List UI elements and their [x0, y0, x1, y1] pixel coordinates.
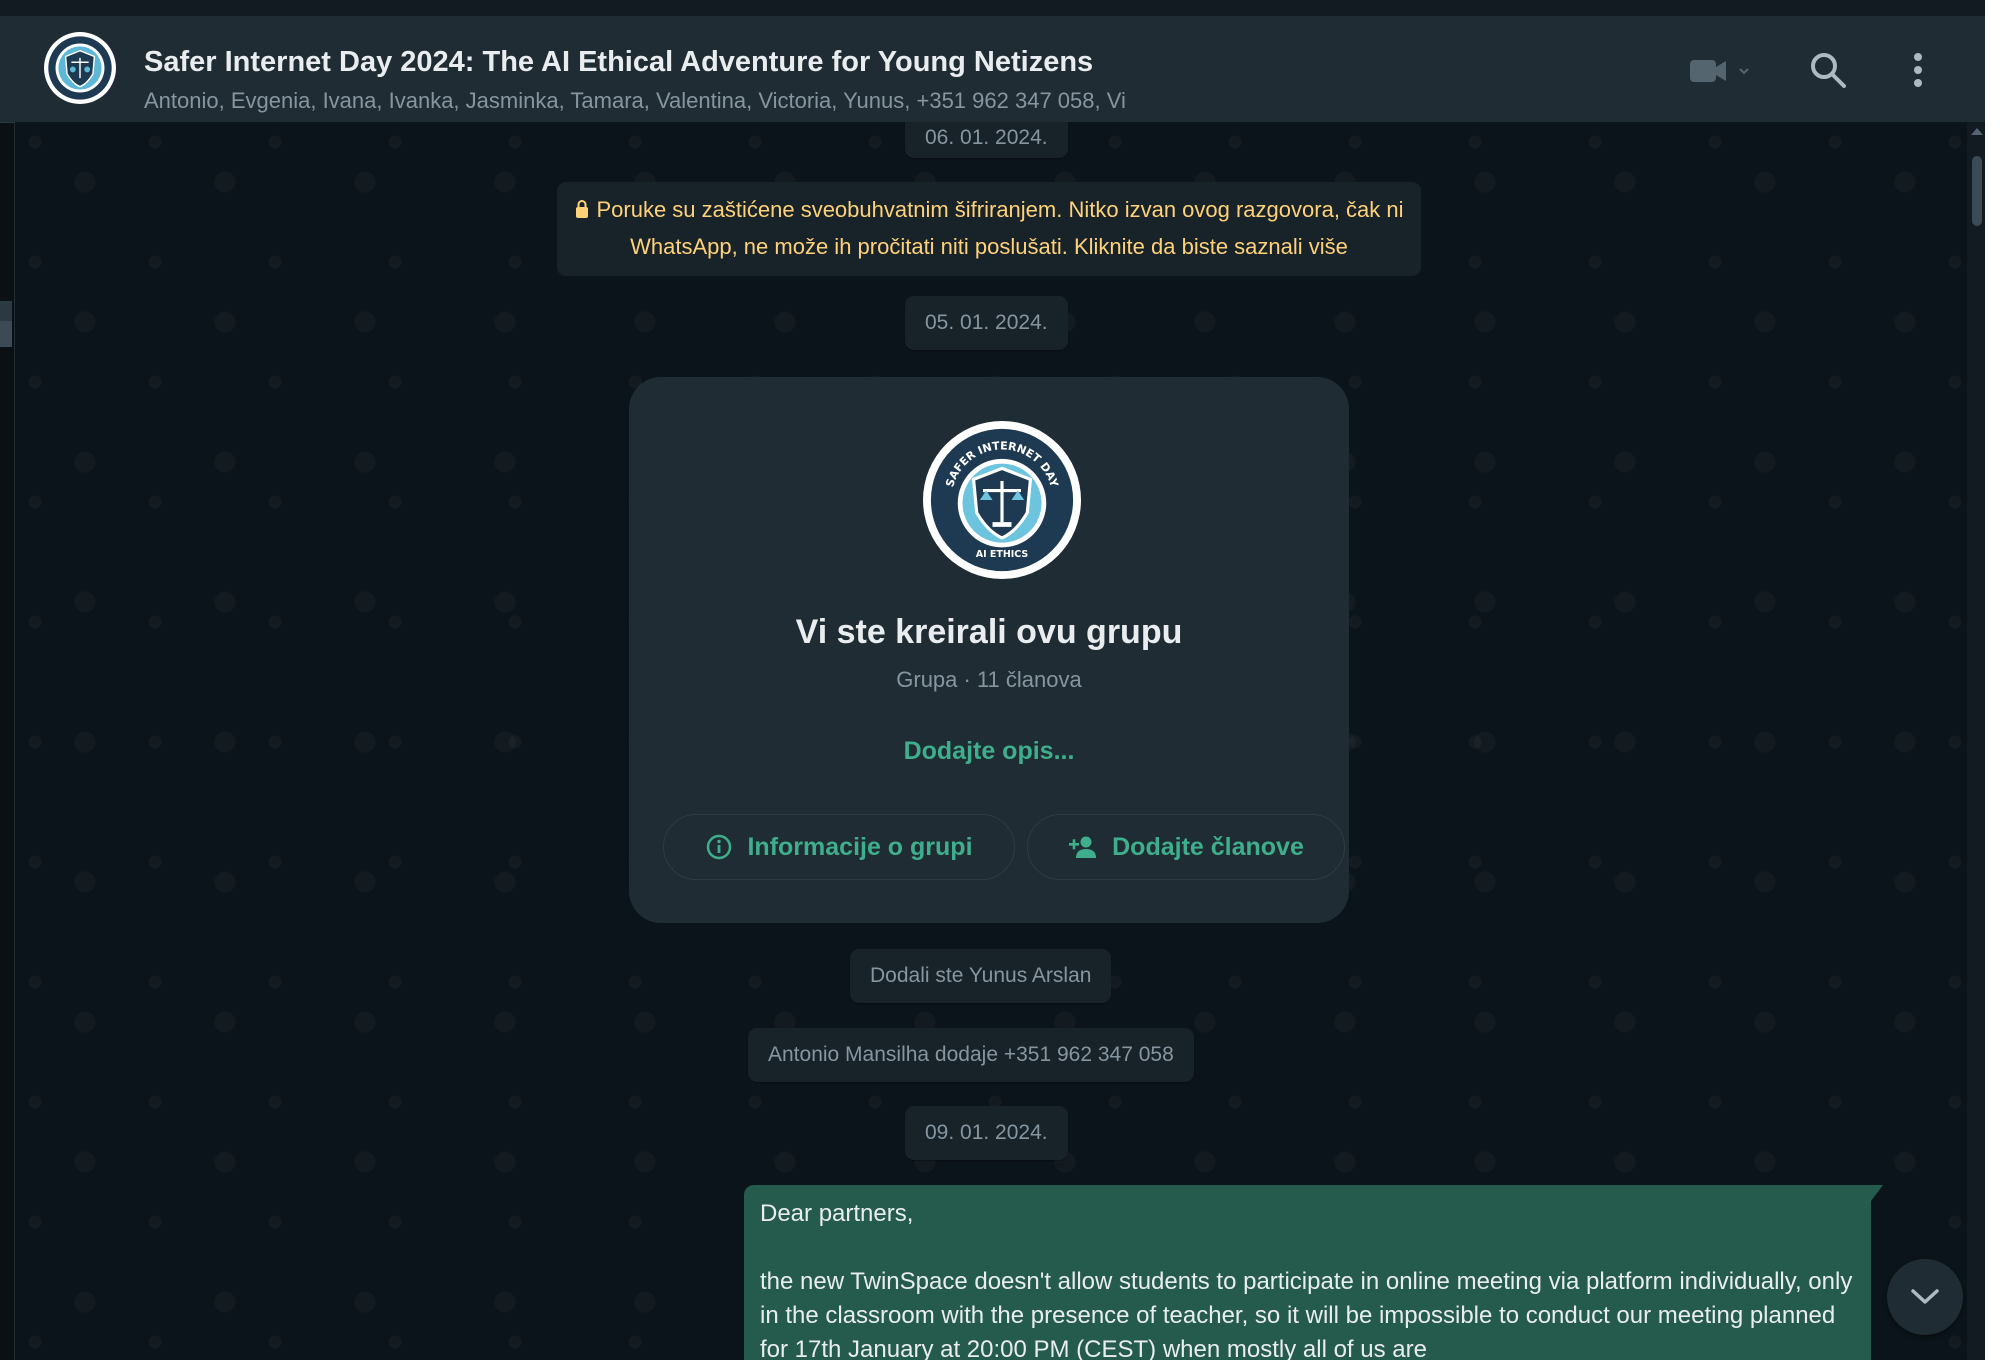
safer-internet-day-badge-icon: SAFER INTERNET DAY AI ETHICS: [924, 422, 1080, 578]
group-created-title: Vi ste kreirali ovu grupu: [795, 613, 1183, 651]
left-panel-edge: [0, 16, 15, 1360]
right-edge: [1985, 0, 2014, 1360]
message-text-line: Dear partners,: [760, 1200, 914, 1227]
chat-header[interactable]: Safer Internet Day 2024: The AI Ethical …: [0, 16, 1985, 123]
group-info-button-label: Informacije o grupi: [747, 832, 973, 861]
group-avatar[interactable]: [44, 32, 116, 104]
group-info-button[interactable]: Informacije o grupi: [663, 814, 1015, 880]
add-description-link[interactable]: Dodajte opis...: [629, 737, 1349, 766]
add-members-button[interactable]: Dodajte članove: [1027, 814, 1345, 880]
group-member-count: Grupa · 11 članova: [896, 667, 1082, 692]
menu-icon[interactable]: [1900, 48, 1936, 92]
encryption-notice-text: Poruke su zaštićene sveobuhvatnim šifrir…: [596, 197, 1404, 259]
outgoing-message[interactable]: Dear partners, the new TwinSpace doesn't…: [744, 1185, 1883, 1360]
safer-internet-day-badge-icon: [45, 33, 115, 103]
search-icon[interactable]: [1806, 48, 1850, 92]
video-call-icon[interactable]: [1686, 54, 1758, 88]
message-text-paragraph: the new TwinSpace doesn't allow students…: [760, 1268, 1853, 1360]
chat-scrollbar[interactable]: [1967, 122, 1985, 1360]
add-members-button-label: Dodajte članove: [1112, 832, 1304, 861]
group-avatar-large[interactable]: SAFER INTERNET DAY AI ETHICS: [923, 421, 1081, 579]
group-title[interactable]: Safer Internet Day 2024: The AI Ethical …: [144, 46, 1093, 79]
scroll-to-bottom-button[interactable]: [1887, 1259, 1963, 1335]
window-top-strip: [0, 0, 1985, 16]
date-separator: 05. 01. 2024.: [905, 296, 1068, 350]
message-list[interactable]: 06. 01. 2024. Poruke su zaštićene sveobu…: [15, 122, 1967, 1360]
group-members-list[interactable]: Antonio, Evgenia, Ivana, Ivanka, Jasmink…: [144, 88, 1126, 114]
system-message: Dodali ste Yunus Arslan: [850, 949, 1112, 1003]
lock-icon: [576, 200, 589, 218]
badge-bottom-text: AI ETHICS: [976, 549, 1029, 560]
date-separator: 09. 01. 2024.: [905, 1106, 1068, 1160]
group-created-card: SAFER INTERNET DAY AI ETHICS Vi ste krei…: [629, 377, 1349, 923]
add-person-icon: [1069, 836, 1097, 858]
scroll-up-arrow-icon[interactable]: [1971, 128, 1983, 135]
system-message: Antonio Mansilha dodaje +351 962 347 058: [748, 1028, 1194, 1082]
scrollbar-thumb[interactable]: [1972, 156, 1982, 226]
date-separator: 06. 01. 2024.: [905, 122, 1068, 158]
encryption-notice[interactable]: Poruke su zaštićene sveobuhvatnim šifrir…: [557, 182, 1421, 276]
info-icon: [707, 834, 732, 860]
chevron-down-icon: [1911, 1289, 1939, 1304]
